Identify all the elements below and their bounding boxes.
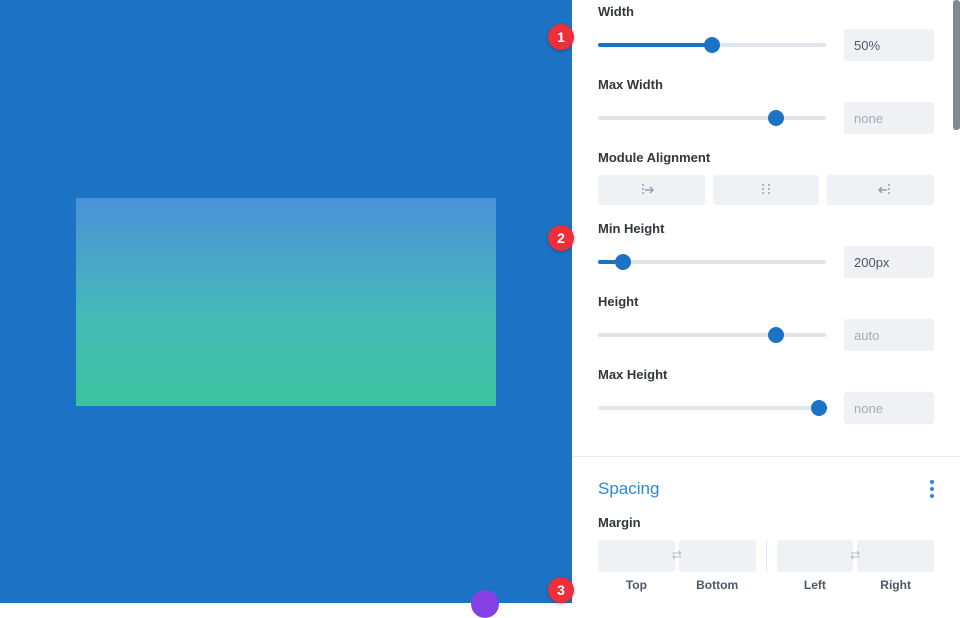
width-slider-fill xyxy=(598,43,712,47)
width-slider-track[interactable] xyxy=(598,43,826,47)
margin-left-label: Left xyxy=(777,578,854,592)
max-width-slider-track[interactable] xyxy=(598,116,826,120)
field-module-alignment: Module Alignment xyxy=(598,150,934,205)
align-left-icon xyxy=(642,183,660,197)
min-height-slider-thumb[interactable] xyxy=(615,254,631,270)
annotation-badge-2: 2 xyxy=(548,225,574,251)
margin-label: Margin xyxy=(598,515,934,530)
margin-right-input[interactable]: . xyxy=(857,540,934,572)
margin-top-input[interactable]: . xyxy=(598,540,675,572)
align-right-button[interactable] xyxy=(827,175,934,205)
width-value-input[interactable] xyxy=(844,29,934,61)
annotation-badge-1: 1 xyxy=(548,24,574,50)
link-icon[interactable]: ⇄ xyxy=(850,548,860,562)
margin-top-label: Top xyxy=(598,578,675,592)
max-height-slider-thumb[interactable] xyxy=(811,400,827,416)
max-height-value-input[interactable] xyxy=(844,392,934,424)
field-max-height: Max Height xyxy=(598,367,934,424)
min-height-label: Min Height xyxy=(598,221,934,236)
align-right-icon xyxy=(872,183,890,197)
module-preview[interactable] xyxy=(76,198,496,406)
field-width: Width xyxy=(598,4,934,61)
spacing-title: Spacing xyxy=(598,479,659,499)
field-margin: Margin . . ⇄ Top Bottom . xyxy=(598,515,934,592)
align-center-button[interactable] xyxy=(713,175,820,205)
height-label: Height xyxy=(598,294,934,309)
annotation-badge-3: 3 xyxy=(548,577,574,603)
height-slider-track[interactable] xyxy=(598,333,826,337)
width-slider-thumb[interactable] xyxy=(704,37,720,53)
field-height: Height xyxy=(598,294,934,351)
height-slider-thumb[interactable] xyxy=(768,327,784,343)
margin-bottom-label: Bottom xyxy=(679,578,756,592)
max-height-slider-track[interactable] xyxy=(598,406,826,410)
margin-right-label: Right xyxy=(857,578,934,592)
editor-canvas[interactable] xyxy=(0,0,572,603)
margin-divider xyxy=(766,540,767,572)
field-max-width: Max Width xyxy=(598,77,934,134)
spacing-section-header[interactable]: Spacing xyxy=(598,457,934,499)
width-label: Width xyxy=(598,4,934,19)
link-icon[interactable]: ⇄ xyxy=(672,548,682,562)
align-left-button[interactable] xyxy=(598,175,705,205)
height-value-input[interactable] xyxy=(844,319,934,351)
min-height-value-input[interactable] xyxy=(844,246,934,278)
max-width-value-input[interactable] xyxy=(844,102,934,134)
align-center-icon xyxy=(757,183,775,197)
spacing-options-icon[interactable] xyxy=(930,480,934,498)
fab-button[interactable] xyxy=(471,590,499,618)
min-height-slider-track[interactable] xyxy=(598,260,826,264)
max-width-slider-thumb[interactable] xyxy=(768,110,784,126)
settings-panel: Width Max Width Module Alignment xyxy=(572,0,960,603)
field-min-height: Min Height xyxy=(598,221,934,278)
max-height-label: Max Height xyxy=(598,367,934,382)
margin-left-input[interactable]: . xyxy=(777,540,854,572)
margin-bottom-input[interactable]: . xyxy=(679,540,756,572)
max-width-label: Max Width xyxy=(598,77,934,92)
module-alignment-label: Module Alignment xyxy=(598,150,934,165)
